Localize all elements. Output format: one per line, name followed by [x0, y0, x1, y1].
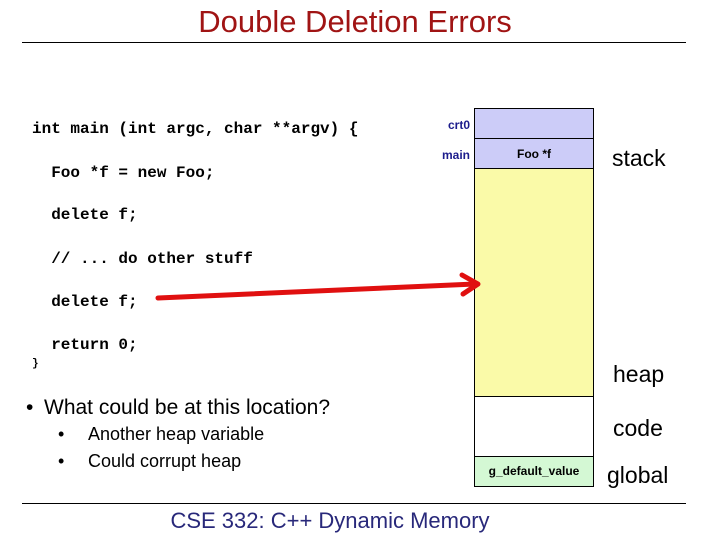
arrow-shaft: [155, 281, 478, 301]
footer-divider: [22, 503, 686, 504]
pointer-arrow: [155, 272, 481, 301]
slide-footer: CSE 332: C++ Dynamic Memory: [170, 508, 490, 533]
